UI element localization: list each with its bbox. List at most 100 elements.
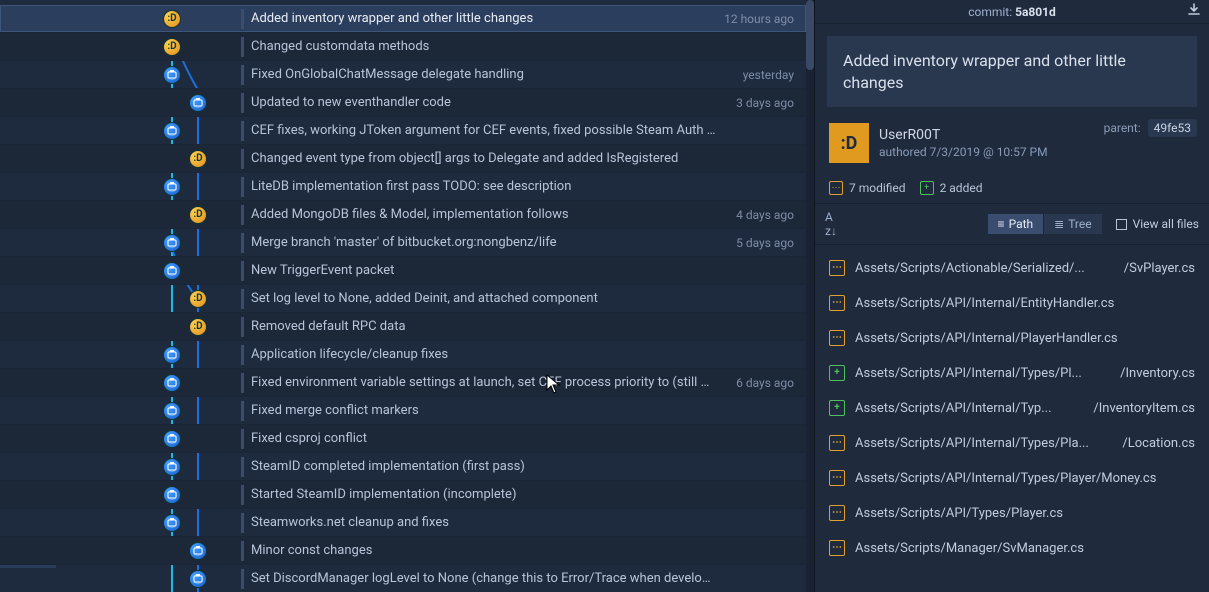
- file-suffix: /Location.cs: [1122, 436, 1195, 451]
- commit-avatar-icon: [189, 94, 207, 112]
- commit-row[interactable]: :DSet log level to None, added Deinit, a…: [0, 285, 806, 313]
- commit-title: Added inventory wrapper and other little…: [827, 36, 1197, 107]
- file-toolbar: Az↓ ≡ Path ≣ Tree View all files: [815, 203, 1209, 245]
- commit-row[interactable]: :DRemoved default RPC data: [0, 313, 806, 341]
- view-segmented: ≡ Path ≣ Tree: [988, 214, 1102, 234]
- added-count: 2 added: [940, 181, 983, 195]
- commit-time: 3 days ago: [716, 96, 806, 110]
- commit-time: 4 days ago: [716, 208, 806, 222]
- commit-message: Application lifecycle/cleanup fixes: [241, 347, 716, 362]
- commit-row[interactable]: :DAdded MongoDB files & Model, implement…: [0, 201, 806, 229]
- commit-row[interactable]: Steamworks.net cleanup and fixes: [0, 509, 806, 537]
- commit-graph-pane: master 💻 ot 💻 :DAdded inventory wrapper …: [0, 0, 814, 592]
- commit-avatar-icon: [189, 570, 207, 588]
- commit-avatar-icon: :D: [189, 206, 207, 224]
- file-suffix: /InventoryItem.cs: [1093, 401, 1195, 416]
- file-path: Assets/Scripts/API/Types/Player.cs: [855, 506, 1195, 521]
- file-path: Assets/Scripts/API/Internal/Types/Pla...: [855, 436, 1118, 451]
- sort-icon[interactable]: Az↓: [825, 210, 841, 238]
- commit-row[interactable]: Application lifecycle/cleanup fixes: [0, 341, 806, 369]
- authored-label: authored: [879, 145, 927, 159]
- file-modified-icon: ⋯: [829, 505, 845, 521]
- view-all-files[interactable]: View all files: [1116, 217, 1199, 231]
- modified-count: 7 modified: [849, 181, 906, 195]
- file-added-icon: +: [829, 400, 845, 416]
- commit-avatar-icon: [163, 122, 181, 140]
- file-path: Assets/Scripts/API/Internal/PlayerHandle…: [855, 331, 1195, 346]
- commit-row[interactable]: Set DiscordManager logLevel to None (cha…: [0, 565, 806, 592]
- commit-row[interactable]: Merge branch 'master' of bitbucket.org:n…: [0, 229, 806, 257]
- file-path: Assets/Scripts/API/Internal/Types/Pl...: [855, 366, 1116, 381]
- commit-time: 5 days ago: [716, 236, 806, 250]
- file-row[interactable]: ⋯Assets/Scripts/Actionable/Serialized/..…: [823, 251, 1201, 285]
- file-row[interactable]: ⋯ Assets/Scripts/API/Types/Player.cs: [823, 496, 1201, 530]
- commit-row[interactable]: CEF fixes, working JToken argument for C…: [0, 117, 806, 145]
- commit-row[interactable]: Fixed merge conflict markers: [0, 397, 806, 425]
- commit-avatar-icon: [163, 486, 181, 504]
- commit-message: Added inventory wrapper and other little…: [241, 11, 716, 26]
- checkbox-icon[interactable]: [1116, 219, 1127, 230]
- commit-avatar-icon: [163, 430, 181, 448]
- file-row[interactable]: +Assets/Scripts/API/Internal/Types/Pl...…: [823, 356, 1201, 390]
- list-icon: ≡: [998, 217, 1005, 231]
- commit-avatar-icon: [189, 542, 207, 560]
- commit-message: Fixed csproj conflict: [241, 431, 716, 446]
- commit-avatar-icon: [163, 402, 181, 420]
- commit-avatar-icon: :D: [163, 38, 181, 56]
- file-row[interactable]: ⋯ Assets/Scripts/API/Internal/EntityHandl…: [823, 286, 1201, 320]
- commit-row[interactable]: LiteDB implementation first pass TODO: s…: [0, 173, 806, 201]
- change-stats: ⋯ 7 modified + 2 added: [815, 173, 1209, 203]
- file-modified-icon: ⋯: [829, 330, 845, 346]
- download-icon[interactable]: [1187, 3, 1201, 21]
- file-path: Assets/Scripts/API/Internal/EntityHandle…: [855, 296, 1195, 311]
- file-row[interactable]: ⋯ Assets/Scripts/API/Internal/PlayerHandl…: [823, 321, 1201, 355]
- commit-message: Fixed environment variable settings at l…: [241, 375, 716, 390]
- commit-row[interactable]: Fixed csproj conflict: [0, 425, 806, 453]
- commit-avatar-icon: :D: [163, 10, 181, 28]
- commit-row[interactable]: :D Added inventory wrapper and other litt…: [0, 5, 806, 33]
- commit-avatar-icon: [163, 66, 181, 84]
- scrollbar-thumb[interactable]: [806, 0, 814, 70]
- tree-icon: ≣: [1054, 217, 1064, 231]
- commit-avatar-icon: [163, 262, 181, 280]
- parent-label: parent:: [1104, 121, 1141, 135]
- commit-message: Minor const changes: [241, 543, 716, 558]
- commit-message: Set DiscordManager logLevel to None (cha…: [241, 571, 716, 586]
- commit-detail-pane: commit: 5a801d Added inventory wrapper a…: [814, 0, 1209, 592]
- commit-hash[interactable]: 5a801d: [1015, 5, 1056, 19]
- author-row: :D UserR00T authored 7/3/2019 @ 10:57 PM…: [815, 119, 1209, 173]
- commit-row[interactable]: Minor const changes: [0, 537, 806, 565]
- commit-row[interactable]: :DChanged customdata methods: [0, 33, 806, 61]
- commit-row[interactable]: New TriggerEvent packet: [0, 257, 806, 285]
- file-modified-icon: ⋯: [829, 540, 845, 556]
- commit-avatar-icon: [163, 234, 181, 252]
- file-row[interactable]: ⋯Assets/Scripts/API/Internal/Types/Playe…: [823, 461, 1201, 495]
- file-suffix: /SvPlayer.cs: [1124, 261, 1195, 276]
- commit-row[interactable]: Started SteamID implementation (incomple…: [0, 481, 806, 509]
- scrollbar[interactable]: [806, 0, 814, 592]
- tree-view-button[interactable]: ≣ Tree: [1043, 214, 1101, 234]
- parent-tag[interactable]: parent: 49fe53: [1104, 121, 1197, 135]
- commit-avatar-icon: [163, 458, 181, 476]
- commit-row[interactable]: Updated to new eventhandler code3 days a…: [0, 89, 806, 117]
- commit-label: commit:: [968, 5, 1012, 19]
- file-path: Assets/Scripts/Manager/SvManager.cs: [855, 541, 1195, 556]
- path-view-button[interactable]: ≡ Path: [988, 214, 1044, 234]
- parent-hash[interactable]: 49fe53: [1148, 119, 1197, 137]
- author-name[interactable]: UserR00T: [879, 127, 1048, 143]
- commit-row[interactable]: :DChanged event type from object[] args …: [0, 145, 806, 173]
- commit-row[interactable]: Fixed OnGlobalChatMessage delegate handl…: [0, 61, 806, 89]
- commit-message: Steamworks.net cleanup and fixes: [241, 515, 716, 530]
- file-row[interactable]: ⋯ Assets/Scripts/Manager/SvManager.cs: [823, 531, 1201, 565]
- authored-date: 7/3/2019 @ 10:57 PM: [930, 145, 1048, 159]
- commit-row[interactable]: Fixed environment variable settings at l…: [0, 369, 806, 397]
- commit-time: 12 hours ago: [716, 12, 806, 26]
- file-row[interactable]: ⋯Assets/Scripts/API/Internal/Types/Pla..…: [823, 426, 1201, 460]
- file-row[interactable]: +Assets/Scripts/API/Internal/Typ.../Inve…: [823, 391, 1201, 425]
- avatar[interactable]: :D: [829, 123, 869, 163]
- commit-message: Fixed OnGlobalChatMessage delegate handl…: [241, 67, 716, 82]
- commit-message: New TriggerEvent packet: [241, 263, 716, 278]
- commit-row[interactable]: SteamID completed implementation (first …: [0, 453, 806, 481]
- file-suffix: /Inventory.cs: [1120, 366, 1195, 381]
- file-modified-icon: ⋯: [829, 295, 845, 311]
